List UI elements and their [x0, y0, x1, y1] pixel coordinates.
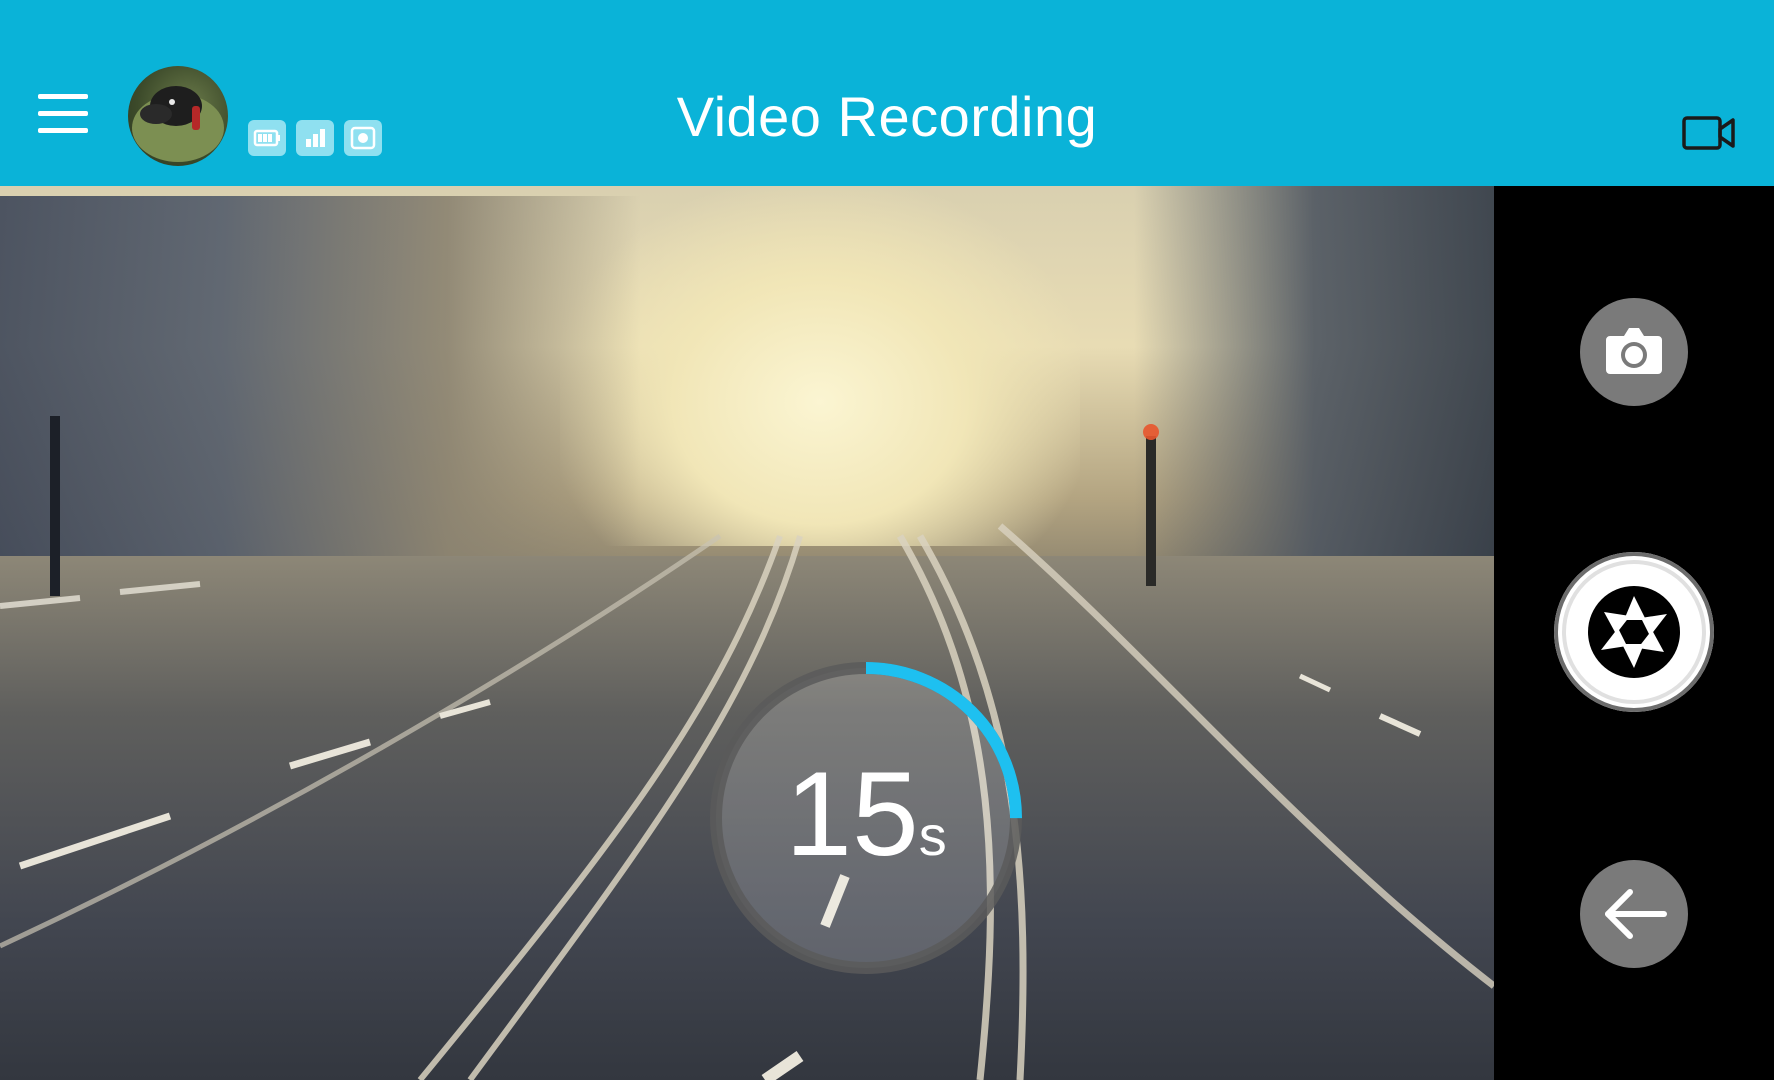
aperture-icon: [1562, 560, 1706, 704]
camera-controls-panel: [1494, 186, 1774, 1080]
photo-mode-button[interactable]: [1580, 298, 1688, 406]
shutter-button[interactable]: [1554, 552, 1714, 712]
app-header: Video Recording: [0, 0, 1774, 186]
timer-value: 15: [785, 747, 919, 881]
video-camera-icon[interactable]: [1682, 114, 1736, 152]
arrow-left-icon: [1605, 889, 1667, 939]
back-button[interactable]: [1580, 860, 1688, 968]
camera-icon: [1606, 328, 1662, 374]
recording-timer: 15s: [706, 658, 1026, 978]
timer-unit: s: [918, 804, 947, 867]
page-title: Video Recording: [676, 85, 1098, 148]
camera-viewfinder[interactable]: 15s: [0, 186, 1494, 1080]
timer-readout: 15s: [706, 754, 1026, 896]
